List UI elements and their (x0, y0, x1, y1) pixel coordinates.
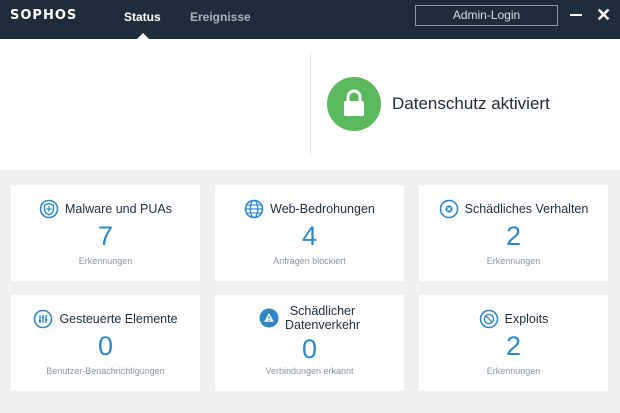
sophos-logo: SOPHOS (10, 8, 78, 23)
tab-status[interactable]: Status (124, 10, 161, 24)
controlled-items-icon (34, 309, 53, 329)
divider (310, 52, 311, 156)
card-count: 4 (301, 221, 318, 251)
shield-icon (39, 199, 59, 219)
card-title: Schädliches Verhalten (464, 202, 589, 216)
title-bar: SOPHOS Status Ereignisse Admin-Login ✕ (0, 0, 620, 39)
card-count: 2 (505, 331, 522, 361)
close-icon[interactable]: ✕ (596, 5, 611, 25)
card-count: 0 (301, 334, 318, 364)
status-panel: Datenschutz aktiviert (0, 39, 620, 170)
card-count: 2 (505, 221, 522, 251)
card-controlled-items[interactable]: Gesteuerte Elemente 0 Benutzer-Benachric… (11, 295, 200, 391)
card-subtitle: Erkennungen (486, 366, 541, 376)
card-title: Web-Bedrohungen (270, 202, 375, 216)
card-subtitle: Erkennungen (78, 256, 133, 266)
globe-icon (244, 199, 264, 219)
behavior-icon (439, 199, 458, 219)
minimize-icon[interactable] (570, 14, 582, 16)
card-title-line1: Schädlicher (289, 304, 356, 318)
card-exploits[interactable]: Exploits 2 Erkennungen (419, 295, 608, 391)
card-count: 0 (97, 331, 114, 361)
tab-ereignisse[interactable]: Ereignisse (190, 10, 251, 24)
card-title: Exploits (504, 312, 549, 326)
card-title: Schädlicher Datenverkehr (285, 304, 360, 332)
card-subtitle: Anfragen blockiert (273, 256, 346, 266)
card-title-line2: Datenverkehr (284, 318, 361, 332)
card-header: Malware und PUAs (11, 199, 200, 219)
status-badge (327, 77, 381, 131)
protection-status-text: Datenschutz aktiviert (392, 94, 550, 113)
card-web-threats[interactable]: Web-Bedrohungen 4 Anfragen blockiert (215, 185, 404, 281)
lock-icon (344, 89, 364, 116)
card-subtitle: Erkennungen (486, 256, 541, 266)
card-count: 7 (97, 221, 114, 251)
card-subtitle: Verbindungen erkannt (265, 366, 354, 376)
card-malicious-traffic[interactable]: Schädlicher Datenverkehr 0 Verbindungen … (215, 295, 404, 391)
exploit-icon (479, 309, 498, 329)
card-title: Malware und PUAs (65, 202, 172, 216)
card-header: Schädlicher Datenverkehr (215, 304, 404, 332)
warning-icon (259, 308, 279, 328)
card-title: Gesteuerte Elemente (59, 312, 178, 326)
card-malware[interactable]: Malware und PUAs 7 Erkennungen (11, 185, 200, 281)
card-header: Web-Bedrohungen (215, 199, 404, 219)
admin-login-button[interactable]: Admin-Login (415, 5, 558, 26)
card-malicious-behavior[interactable]: Schädliches Verhalten 2 Erkennungen (419, 185, 608, 281)
card-header: Schädliches Verhalten (419, 199, 608, 219)
card-subtitle: Benutzer-Benachrichtigungen (46, 366, 165, 376)
card-header: Gesteuerte Elemente (11, 309, 200, 329)
card-header: Exploits (419, 309, 608, 329)
